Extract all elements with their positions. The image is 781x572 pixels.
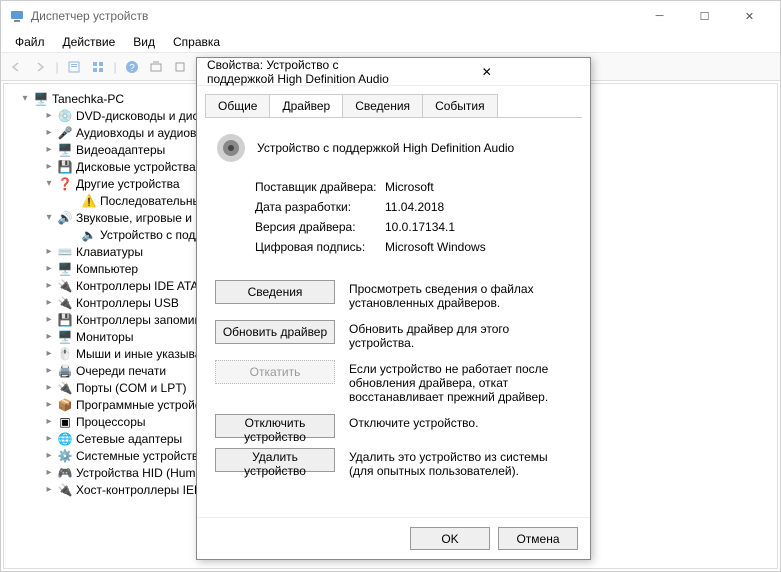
tab-content: Устройство с поддержкой High Definition … [205,117,582,517]
window-controls: ─ ☐ ✕ [637,2,772,31]
storage-icon: 💾 [56,313,74,327]
system-icon: ⚙️ [56,449,74,463]
maximize-button[interactable]: ☐ [682,2,727,31]
rollback-driver-desc: Если устройство не работает после обновл… [349,360,572,404]
dialog-close-button[interactable]: ✕ [394,65,581,79]
dialog-titlebar: Свойства: Устройство с поддержкой High D… [197,58,590,86]
driver-details-desc: Просмотреть сведения о файлах установлен… [349,280,572,310]
disable-device-button[interactable]: Отключить устройство [215,414,335,438]
separator: | [53,56,61,78]
menu-action[interactable]: Действие [55,33,124,51]
display-adapter-icon: 🖥️ [56,143,74,157]
cpu-icon: ▣ [56,415,74,429]
signer-value: Microsoft Windows [385,240,486,254]
tab-strip: Общие Драйвер Сведения События [197,86,590,117]
other-devices-icon: ❓ [56,177,74,191]
uninstall-device-desc: Удалить это устройство из системы (для о… [349,448,572,478]
forward-button [29,56,51,78]
menu-file[interactable]: Файл [7,33,53,51]
scan-icon[interactable] [145,56,167,78]
driver-details-button[interactable]: Сведения [215,280,335,304]
dvd-icon: 💿 [56,109,74,123]
port-icon: 🔌 [56,381,74,395]
mouse-icon: 🖱️ [56,347,74,361]
software-icon: 📦 [56,398,74,412]
version-label: Версия драйвера: [255,220,385,234]
ok-button[interactable]: OK [410,527,490,550]
tab-details[interactable]: Сведения [342,94,423,117]
audio-io-icon: 🎤 [56,126,74,140]
menubar: Файл Действие Вид Справка [1,31,780,53]
device-name: Устройство с поддержкой High Definition … [257,141,514,155]
provider-label: Поставщик драйвера: [255,180,385,194]
network-icon: 🌐 [56,432,74,446]
separator: | [111,56,119,78]
date-value: 11.04.2018 [385,200,444,214]
window-title: Диспетчер устройств [31,9,637,23]
svg-text:?: ? [129,63,135,74]
printer-queue-icon: 🖨️ [56,364,74,378]
sound-icon: 🔊 [56,211,74,225]
tab-events[interactable]: События [422,94,498,117]
ieee-icon: 🔌 [56,483,74,497]
date-label: Дата разработки: [255,200,385,214]
tab-general[interactable]: Общие [205,94,270,117]
titlebar: Диспетчер устройств ─ ☐ ✕ [1,1,780,31]
monitor-icon: 🖥️ [56,330,74,344]
refresh-icon[interactable] [169,56,191,78]
uninstall-device-button[interactable]: Удалить устройство [215,448,335,472]
grid-icon[interactable] [87,56,109,78]
keyboard-icon: ⌨️ [56,245,74,259]
minimize-button[interactable]: ─ [637,2,682,31]
usb-icon: 🔌 [56,296,74,310]
speaker-icon [215,132,247,164]
menu-help[interactable]: Справка [165,33,228,51]
properties-icon[interactable] [63,56,85,78]
dialog-buttons: OK Отмена [197,517,590,559]
disk-icon: 💾 [56,160,74,174]
dialog-title: Свойства: Устройство с поддержкой High D… [207,58,394,86]
provider-value: Microsoft [385,180,434,194]
rollback-driver-button: Откатить [215,360,335,384]
signer-label: Цифровая подпись: [255,240,385,254]
disable-device-desc: Отключите устройство. [349,414,572,430]
device-header: Устройство с поддержкой High Definition … [215,132,572,164]
update-driver-button[interactable]: Обновить драйвер [215,320,335,344]
computer-icon: 🖥️ [56,262,74,276]
version-value: 10.0.17134.1 [385,220,455,234]
app-icon [9,8,25,24]
help-icon[interactable]: ? [121,56,143,78]
ide-icon: 🔌 [56,279,74,293]
menu-view[interactable]: Вид [125,33,163,51]
tab-driver[interactable]: Драйвер [269,94,343,117]
computer-icon: 🖥️ [32,92,50,106]
unknown-device-icon: ⚠️ [80,194,98,208]
properties-dialog: Свойства: Устройство с поддержкой High D… [196,57,591,560]
update-driver-desc: Обновить драйвер для этого устройства. [349,320,572,350]
speaker-icon: 🔈 [80,228,98,242]
back-button [5,56,27,78]
hid-icon: 🎮 [56,466,74,480]
close-button[interactable]: ✕ [727,2,772,31]
cancel-button[interactable]: Отмена [498,527,578,550]
